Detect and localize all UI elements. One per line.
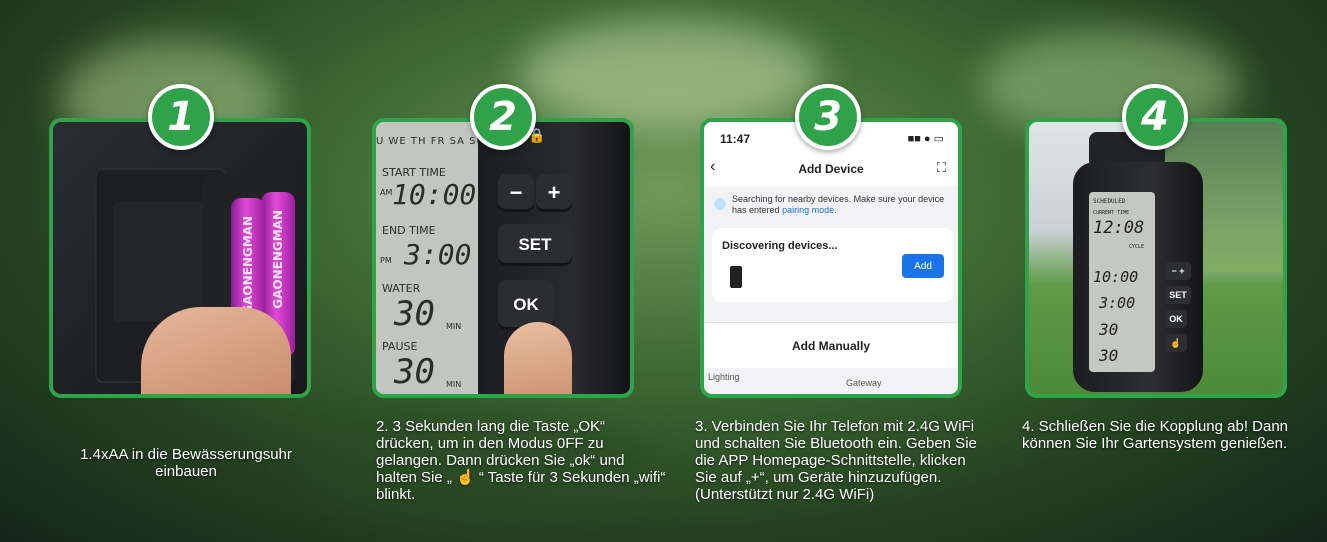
plus-minus-button[interactable]: − + — [1165, 262, 1191, 280]
start-time-value: 10:00 — [1093, 268, 1139, 286]
pause-value: 30 — [1099, 346, 1119, 365]
step-1-image: GAONENGMAN GAONENGMAN — [49, 118, 311, 398]
set-button[interactable]: SET — [498, 224, 572, 266]
step-1-caption: 1.4xAA in die Bewässerungsuhr einbauen — [80, 446, 292, 480]
pairing-mode-link[interactable]: pairing mode. — [782, 205, 837, 215]
battery-label: GAONENGMAN — [241, 216, 255, 315]
pause-unit: MIN — [446, 380, 462, 389]
step-4-badge: 4 — [1122, 84, 1188, 150]
end-time-value: 3:00 — [1099, 294, 1136, 312]
step-4-image: SCHEDULED CURRENT TIME 12:08 CYCLE 10:00… — [1025, 118, 1287, 398]
step-3-image: 11:47 ■■ ● ▭ ‹ Add Device ⛶ Searching fo… — [700, 118, 962, 398]
device-icon — [730, 266, 742, 288]
clock: 11:47 — [720, 132, 751, 146]
wifi-button[interactable]: ☝ — [1165, 334, 1187, 352]
hand — [141, 307, 291, 394]
search-text: Searching for nearby devices. Make sure … — [732, 194, 945, 215]
cycle-label: CYCLE — [1129, 244, 1145, 250]
add-button[interactable]: Add — [902, 254, 944, 278]
water-unit: MIN — [446, 322, 462, 331]
step-4-caption: 4. Schließen Sie die Kopplung ab! Dann k… — [1022, 418, 1289, 452]
pause-value: 30 — [394, 352, 435, 392]
step-3-caption: 3. Verbinden Sie Ihr Telefon mit 2.4G Wi… — [695, 418, 977, 503]
ok-button[interactable]: OK — [1165, 310, 1187, 328]
end-ampm: PM — [380, 256, 392, 265]
schedule-label: SCHEDULED — [1093, 198, 1126, 205]
page-title: Add Device — [798, 162, 864, 176]
end-time-value: 3:00 — [404, 238, 472, 271]
set-button[interactable]: SET — [1165, 286, 1191, 304]
battery-label: GAONENGMAN — [271, 210, 285, 309]
add-manually-label: Add Manually — [791, 339, 870, 353]
current-time-label: CURRENT TIME — [1093, 210, 1130, 216]
battery-slot — [113, 202, 211, 322]
lcd-display: U WE TH FR SA SU START TIME AM 10:00 END… — [376, 122, 484, 394]
discovery-panel: Discovering devices... Add — [712, 228, 954, 302]
discovering-label: Discovering devices... — [722, 240, 838, 252]
category-lighting[interactable]: Lighting — [708, 372, 740, 382]
search-status: Searching for nearby devices. Make sure … — [712, 194, 952, 216]
step-2-caption: 2. 3 Sekunden lang die Taste „OK“ drücke… — [376, 418, 666, 503]
water-value: 30 — [394, 294, 435, 334]
water-value: 30 — [1099, 320, 1119, 339]
start-ampm: AM — [380, 188, 393, 197]
weekday-row: U WE TH FR SA SU — [376, 136, 485, 147]
signal-icon: ■■ ● ▭ — [907, 133, 944, 145]
plus-button[interactable]: + — [536, 174, 572, 212]
finger — [504, 322, 572, 394]
searching-indicator — [714, 198, 726, 210]
step-3-badge: 3 — [795, 84, 861, 150]
step-2-badge: 2 — [470, 84, 536, 150]
category-gateway[interactable]: Gateway — [846, 378, 882, 388]
add-manually-button[interactable]: Add Manually — [704, 322, 958, 368]
start-time-value: 10:00 — [392, 178, 477, 211]
step-1-badge: 1 — [148, 84, 214, 150]
bokeh-light — [520, 20, 820, 130]
timer-lcd: SCHEDULED CURRENT TIME 12:08 CYCLE 10:00… — [1089, 192, 1155, 372]
scan-icon[interactable]: ⛶ — [937, 160, 946, 176]
end-time-label: END TIME — [382, 224, 436, 237]
current-time-value: 12:08 — [1093, 218, 1145, 238]
minus-button[interactable]: − — [498, 174, 534, 212]
step-2-image: U WE TH FR SA SU START TIME AM 10:00 END… — [372, 118, 634, 398]
